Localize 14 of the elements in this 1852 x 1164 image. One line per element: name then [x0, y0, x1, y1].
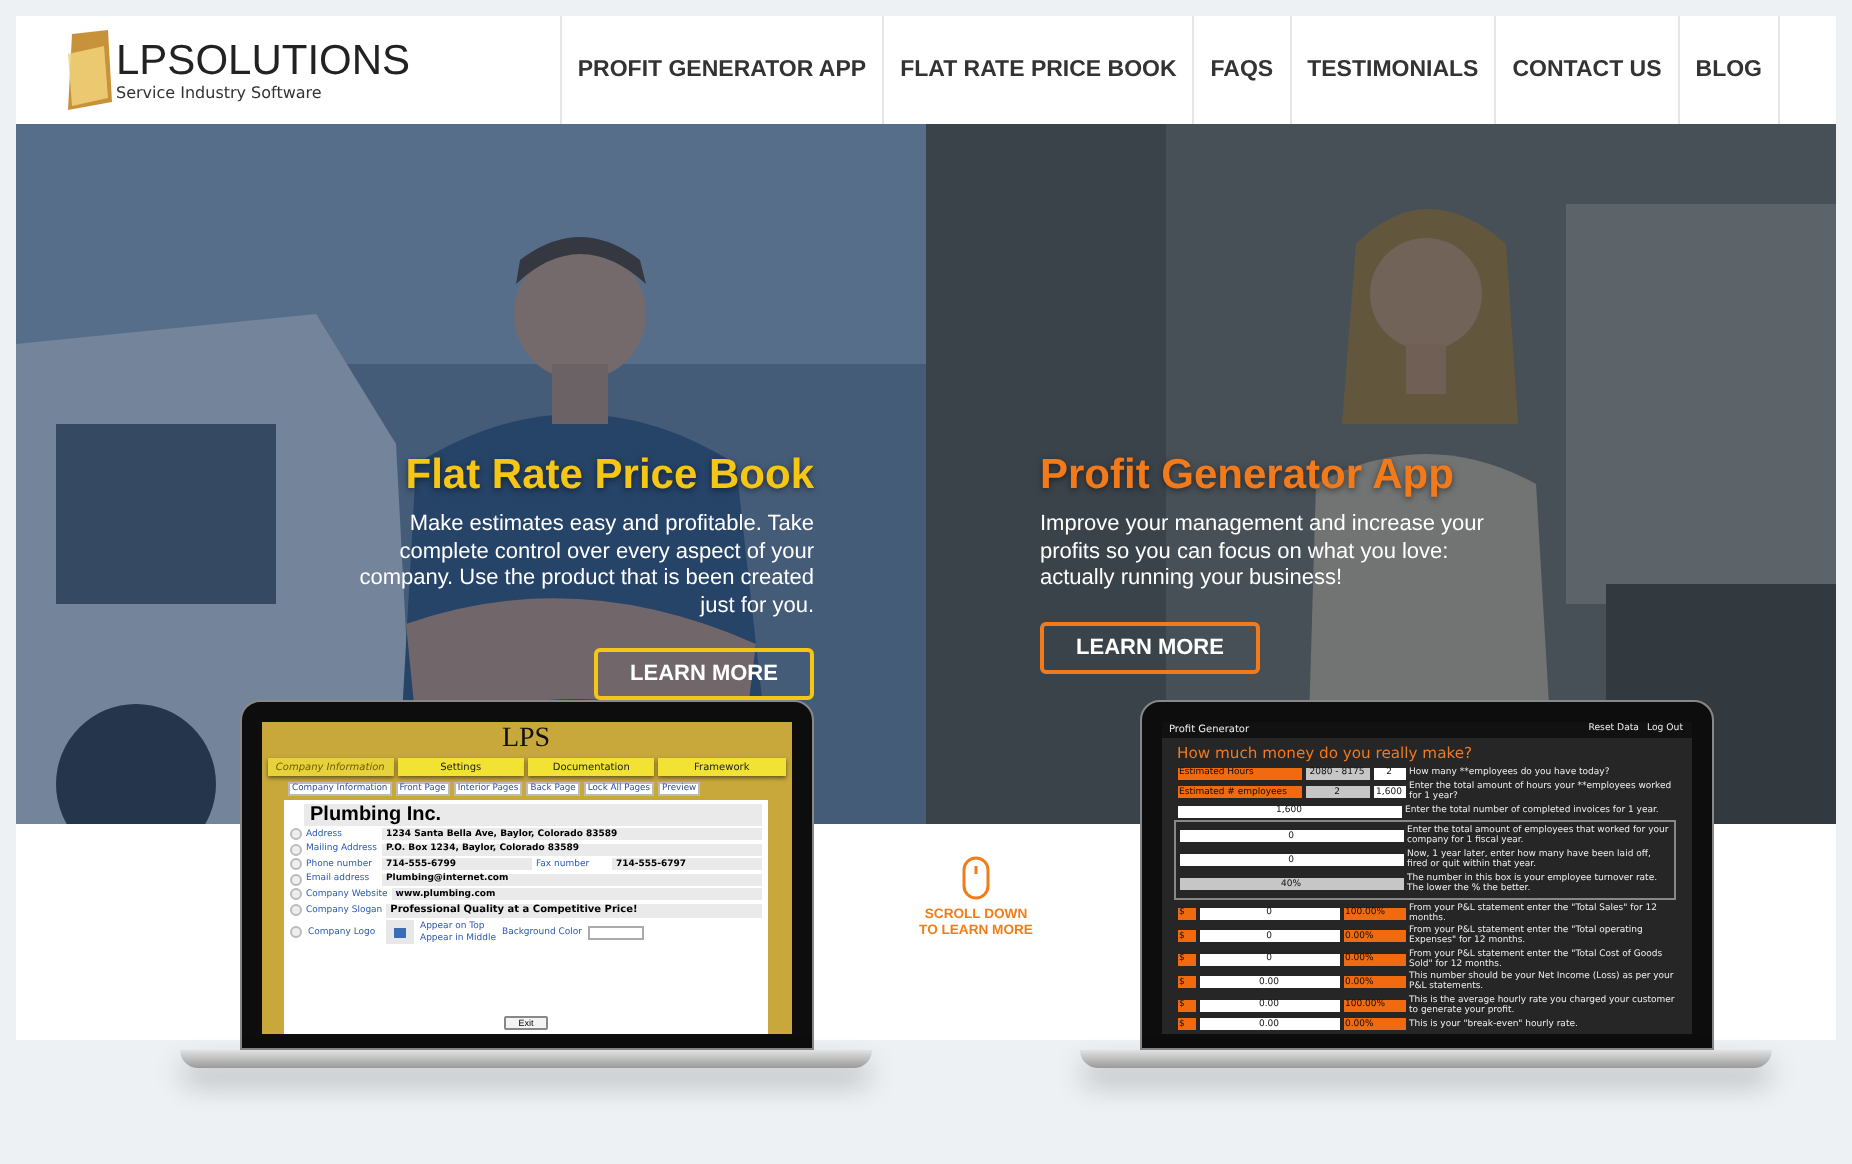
hero-title: Profit Generator App	[1040, 452, 1454, 500]
company-name: Plumbing Inc.	[304, 803, 762, 825]
logo-mark-icon	[68, 30, 112, 110]
hero-title: Flat Rate Price Book	[405, 452, 814, 500]
image-icon	[394, 927, 406, 937]
hero-text: Make estimates easy and profitable. Take complete control over every aspect of your company. Use the product that is been created just for you.	[357, 512, 814, 620]
learn-more-button[interactable]: LEARN MORE	[594, 648, 814, 700]
app-heading: LPS	[501, 726, 551, 754]
color-field[interactable]	[588, 925, 645, 939]
logo-wordmark: LPSOLUTIONS	[116, 38, 411, 84]
mouse-icon	[962, 856, 990, 900]
learn-more-button[interactable]: LEARN MORE	[1040, 621, 1260, 673]
logo-tagline: Service Industry Software	[116, 84, 324, 102]
hero-text: Improve your management and increase your profits so you can focus on what you love: actually running your business!	[1040, 512, 1486, 593]
